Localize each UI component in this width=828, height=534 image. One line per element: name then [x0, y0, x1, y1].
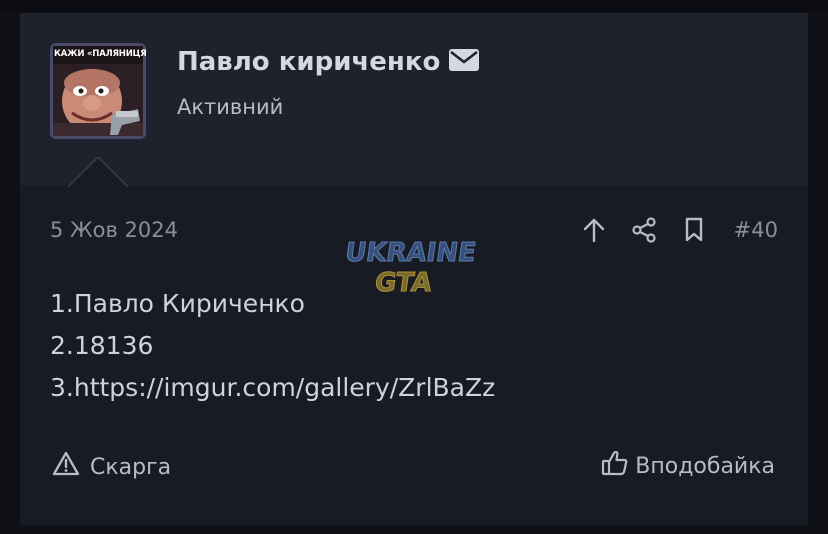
post-body: 1.Павло Кириченко 2.18136 3.https://imgu…: [50, 283, 495, 409]
svg-text:UKRAINE: UKRAINE: [344, 238, 478, 268]
post-number[interactable]: #40: [734, 218, 778, 242]
report-label: Скарга: [90, 454, 172, 480]
like-label: Вподобайка: [635, 453, 775, 479]
username-row: Павло кириченко: [177, 47, 480, 77]
header-caret: [68, 157, 128, 187]
bookmark-icon[interactable]: [680, 216, 708, 244]
envelope-icon[interactable]: [448, 48, 480, 76]
avatar-caption: КАЖИ «ПАЛЯНИЦЯ»: [54, 49, 146, 59]
thumbs-up-icon: [601, 449, 629, 483]
post-body-line: 1.Павло Кириченко: [50, 289, 305, 318]
post-body-line: 2.18136: [50, 331, 154, 360]
post-actions: #40: [558, 216, 778, 244]
top-strip: [0, 0, 828, 12]
post-date[interactable]: 5 Жов 2024: [50, 218, 178, 242]
share-icon[interactable]: [630, 216, 658, 244]
like-button[interactable]: Вподобайка: [601, 449, 775, 483]
post-body-link[interactable]: 3.https://imgur.com/gallery/ZrlBaZz: [50, 367, 495, 409]
report-button[interactable]: Скарга: [52, 451, 171, 483]
warning-icon: [52, 451, 80, 483]
user-status: Активний: [177, 95, 284, 119]
post-header: КАЖИ «ПАЛЯНИЦЯ» Павло кириченко Активний: [20, 13, 808, 185]
arrow-up-icon[interactable]: [580, 216, 608, 244]
username[interactable]: Павло кириченко: [177, 47, 440, 77]
forum-post: КАЖИ «ПАЛЯНИЦЯ» Павло кириченко Активний…: [20, 13, 808, 525]
avatar[interactable]: КАЖИ «ПАЛЯНИЦЯ»: [50, 43, 146, 139]
